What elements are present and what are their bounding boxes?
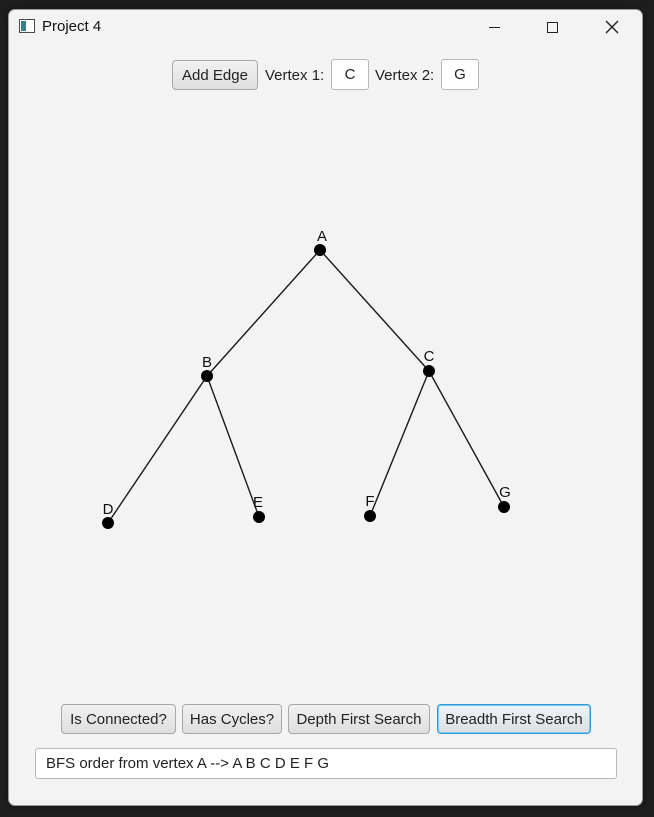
app-window: Project 4 Add Edge Vertex 1: Vertex 2: A… [8, 9, 643, 806]
graph-vertex-label-F: F [365, 493, 374, 510]
graph-vertex-D [102, 517, 114, 529]
graph-edge-A-C [319, 249, 430, 372]
depth-first-search-button[interactable]: Depth First Search [288, 704, 430, 734]
graph-canvas: A B C D E F G [102, 228, 511, 529]
graph-vertex-label-D: D [103, 501, 114, 518]
graph-vertex-label-C: C [424, 348, 435, 365]
graph-vertex-C [423, 365, 435, 377]
graph-vertex-G [498, 501, 510, 513]
graph-vertex-label-E: E [253, 494, 263, 511]
is-connected-button[interactable]: Is Connected? [61, 704, 176, 734]
result-field[interactable] [35, 748, 617, 779]
graph-edge-C-F [369, 370, 430, 517]
graph-edge-B-E [206, 375, 260, 518]
graph-vertex-label-G: G [499, 484, 511, 501]
has-cycles-button[interactable]: Has Cycles? [182, 704, 282, 734]
graph-vertex-label-A: A [317, 228, 327, 245]
graph-vertex-E [253, 511, 265, 523]
graph-vertex-label-B: B [202, 354, 212, 371]
breadth-first-search-button[interactable]: Breadth First Search [437, 704, 591, 734]
graph-vertex-B [201, 370, 213, 382]
graph-edge-B-D [107, 375, 208, 524]
graph-vertex-F [364, 510, 376, 522]
graph-edge-C-G [428, 370, 505, 508]
graph-vertex-A [314, 244, 326, 256]
graph-edge-A-B [206, 249, 321, 377]
